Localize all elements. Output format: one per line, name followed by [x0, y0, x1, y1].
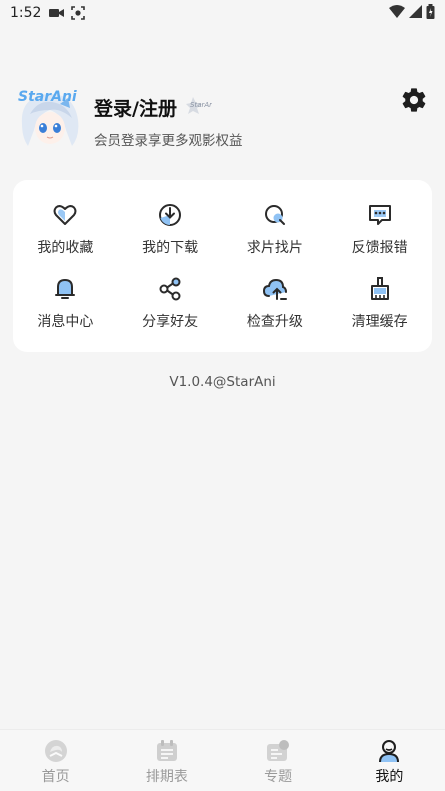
calendar-icon	[154, 738, 180, 764]
nav-label: 排期表	[145, 769, 188, 785]
menu-item-label: 清理缓存	[351, 314, 408, 330]
feedback-icon	[366, 201, 394, 229]
heart-icon	[51, 201, 79, 229]
nav-label: 我的	[375, 769, 404, 785]
login-register-title[interactable]: 登录/注册	[94, 94, 177, 121]
menu-item-label: 求片找片	[246, 240, 303, 256]
screenshot-icon	[71, 6, 86, 20]
nav-item-schedule[interactable]: 排期表	[111, 730, 222, 791]
avatar-logo-text: StarAni	[18, 89, 77, 105]
signal-icon	[409, 4, 422, 22]
nav-item-topics[interactable]: 专题	[223, 730, 334, 791]
menu-item-label: 反馈报错	[351, 240, 408, 256]
menu-item-downloads[interactable]: 我的下载	[118, 192, 223, 266]
video-camera-icon	[49, 7, 65, 19]
menu-item-label: 我的下载	[142, 240, 199, 256]
svg-text:StarAni: StarAni	[190, 101, 212, 109]
menu-card: 我的收藏 我的下载 求片找片 反馈报错 消息中心 分享好友 检查升级 清理缓存	[13, 180, 432, 352]
share-icon	[156, 275, 184, 303]
status-bar: 1:52	[0, 0, 445, 26]
broom-icon	[366, 275, 394, 303]
menu-item-update[interactable]: 检查升级	[223, 266, 328, 340]
menu-item-share[interactable]: 分享好友	[118, 266, 223, 340]
menu-item-label: 消息中心	[37, 314, 94, 330]
nav-label: 专题	[264, 769, 293, 785]
profile-icon	[376, 738, 402, 764]
download-icon	[156, 201, 184, 229]
menu-item-clear-cache[interactable]: 清理缓存	[327, 266, 432, 340]
nav-item-mine[interactable]: 我的	[334, 730, 445, 791]
cloud-upload-icon	[261, 275, 289, 303]
staraani-logo-icon: StarAni	[184, 93, 216, 117]
menu-item-favorites[interactable]: 我的收藏	[13, 192, 118, 266]
menu-item-request[interactable]: 求片找片	[223, 192, 328, 266]
nav-label: 首页	[41, 769, 70, 785]
nav-item-home[interactable]: 首页	[0, 730, 111, 791]
gear-icon[interactable]	[400, 86, 428, 114]
battery-icon	[426, 3, 435, 23]
menu-item-messages[interactable]: 消息中心	[13, 266, 118, 340]
menu-item-label: 分享好友	[142, 314, 199, 330]
menu-item-label: 我的收藏	[37, 240, 94, 256]
login-subtitle: 会员登录享更多观影权益	[94, 133, 243, 149]
app-version: V1.0.4@StarAni	[169, 374, 276, 390]
menu-item-feedback[interactable]: 反馈报错	[327, 192, 432, 266]
search-film-icon	[261, 201, 289, 229]
avatar[interactable]: StarAni	[16, 84, 84, 152]
wifi-icon	[389, 4, 405, 22]
bell-icon	[51, 275, 79, 303]
menu-item-label: 检查升级	[246, 314, 303, 330]
bottom-nav: 首页 排期表 专题 我的	[0, 729, 445, 791]
topic-icon	[265, 738, 291, 764]
home-icon	[43, 738, 69, 764]
profile-header: StarAni 登录/注册 StarAni 会员登录享更多观影权益	[14, 84, 434, 156]
status-time: 1:52	[10, 5, 42, 21]
